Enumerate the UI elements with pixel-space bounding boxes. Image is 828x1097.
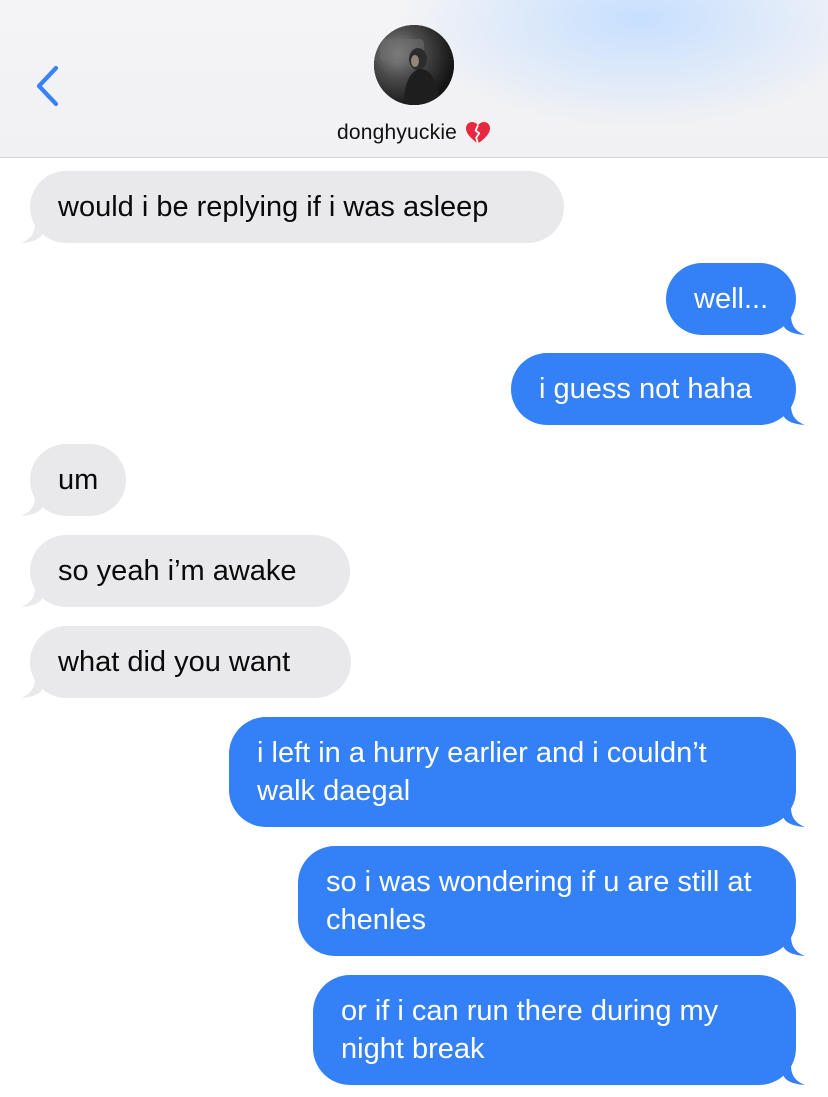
message-bubble-outgoing[interactable]: well... bbox=[666, 263, 805, 335]
message-bubble-incoming[interactable]: would i be replying if i was asleep bbox=[21, 171, 564, 243]
bubble-tail bbox=[21, 211, 43, 243]
back-button[interactable] bbox=[22, 58, 72, 114]
message-bubble-incoming[interactable]: um bbox=[21, 444, 126, 516]
avatar-photo bbox=[374, 25, 454, 105]
message-text: well... bbox=[694, 283, 769, 315]
bubble-tail bbox=[21, 575, 43, 607]
bubble-tail bbox=[783, 924, 805, 956]
contact-avatar[interactable] bbox=[374, 25, 454, 105]
message-text: i guess not haha bbox=[539, 373, 752, 405]
bubble-tail bbox=[21, 484, 43, 516]
chevron-left-icon bbox=[36, 65, 59, 107]
contact-title[interactable]: donghyuckie bbox=[0, 121, 828, 145]
message-text: or if i can run there during my night br… bbox=[341, 995, 727, 1065]
message-bubble-incoming[interactable]: what did you want bbox=[21, 626, 351, 698]
message-text: so i was wondering if u are still at che… bbox=[326, 866, 760, 936]
message-bubble-outgoing[interactable]: so i was wondering if u are still at che… bbox=[298, 846, 805, 956]
bubble-tail bbox=[783, 303, 805, 335]
message-bubble-outgoing[interactable]: i left in a hurry earlier and i couldn’t… bbox=[229, 717, 805, 827]
message-text: what did you want bbox=[58, 646, 291, 678]
bubble-tail bbox=[783, 795, 805, 827]
message-bubble-outgoing[interactable]: i guess not haha bbox=[511, 353, 805, 425]
message-text: would i be replying if i was asleep bbox=[58, 191, 489, 223]
message-text: so yeah i’m awake bbox=[58, 555, 297, 587]
message-bubble-incoming[interactable]: so yeah i’m awake bbox=[21, 535, 350, 607]
contact-name: donghyuckie bbox=[336, 121, 458, 144]
conversation-header: donghyuckie bbox=[0, 0, 828, 158]
bubble-tail bbox=[783, 1053, 805, 1085]
bubble-tail bbox=[21, 666, 43, 698]
broken-heart-icon bbox=[466, 122, 491, 144]
message-text: um bbox=[58, 464, 99, 496]
message-text: i left in a hurry earlier and i couldn’t… bbox=[257, 737, 715, 807]
bubble-tail bbox=[783, 393, 805, 425]
message-bubble-outgoing[interactable]: or if i can run there during my night br… bbox=[313, 975, 805, 1085]
